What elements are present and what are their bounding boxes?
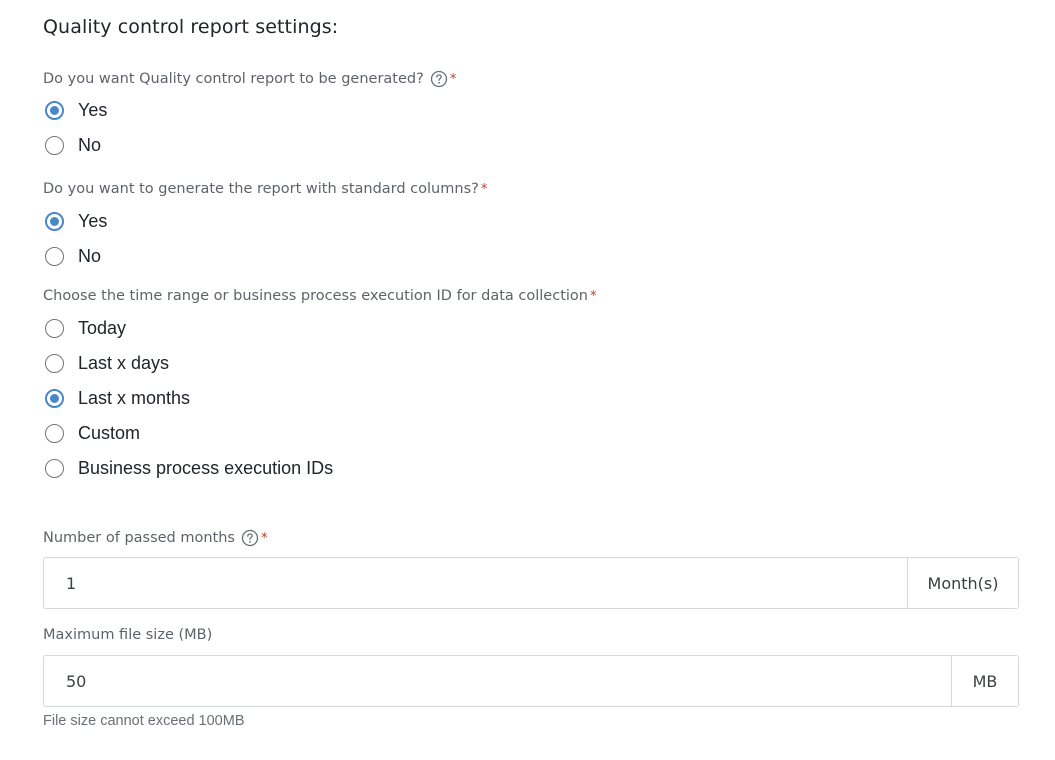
radio-label: Business process execution IDs [78, 457, 334, 478]
months-input-group: Month(s) [43, 557, 1019, 609]
radio-label: No [78, 134, 102, 155]
radio-button-checked[interactable] [45, 100, 64, 120]
months-field-label-row: Number of passed months * [43, 529, 268, 547]
question-standard-columns: Do you want to generate the report with … [43, 181, 487, 197]
question-circle-icon[interactable] [430, 70, 448, 88]
q3-option-custom[interactable]: Custom [45, 421, 140, 445]
file-size-hint: File size cannot exceed 100MB [43, 713, 245, 729]
radio-label: No [78, 245, 102, 266]
file-size-input-group: MB [43, 655, 1019, 707]
question-generate-report-label: Do you want Quality control report to be… [43, 71, 424, 87]
radio-label: Today [78, 317, 127, 338]
question-time-range: Choose the time range or business proces… [43, 288, 596, 304]
qc-report-settings-page: Quality control report settings: Do you … [0, 0, 1055, 760]
radio-button[interactable] [45, 458, 64, 478]
radio-button-checked[interactable] [45, 388, 64, 408]
required-mark: * [480, 181, 488, 197]
q2-option-no[interactable]: No [45, 244, 101, 268]
radio-button-checked[interactable] [45, 211, 64, 231]
file-size-field-label-row: Maximum file size (MB) [43, 627, 212, 643]
radio-label: Last x months [78, 387, 191, 408]
required-mark: * [449, 71, 457, 87]
file-size-field-label: Maximum file size (MB) [43, 627, 213, 643]
radio-label: Yes [78, 210, 108, 231]
q3-option-last-x-months[interactable]: Last x months [45, 386, 190, 410]
question-generate-report: Do you want Quality control report to be… [43, 70, 456, 88]
required-mark: * [589, 288, 597, 304]
radio-label: Yes [78, 99, 108, 120]
q3-option-today[interactable]: Today [45, 316, 126, 340]
q1-option-no[interactable]: No [45, 133, 101, 157]
radio-button[interactable] [45, 353, 64, 373]
file-size-unit-addon: MB [951, 656, 1018, 706]
q1-option-yes[interactable]: Yes [45, 98, 107, 122]
radio-label: Custom [78, 422, 141, 443]
question-standard-columns-label: Do you want to generate the report with … [43, 181, 479, 197]
q3-option-business-process-ids[interactable]: Business process execution IDs [45, 456, 333, 480]
q2-option-yes[interactable]: Yes [45, 209, 107, 233]
radio-button[interactable] [45, 246, 64, 266]
required-mark: * [261, 530, 268, 546]
months-unit-addon: Month(s) [907, 558, 1018, 608]
radio-button[interactable] [45, 135, 64, 155]
radio-button[interactable] [45, 318, 64, 338]
file-size-input[interactable] [44, 656, 951, 706]
months-field-label: Number of passed months [43, 530, 235, 546]
question-circle-icon[interactable] [241, 529, 259, 547]
q3-option-last-x-days[interactable]: Last x days [45, 351, 169, 375]
radio-button[interactable] [45, 423, 64, 443]
months-input[interactable] [44, 558, 907, 608]
radio-label: Last x days [78, 352, 170, 373]
section-title: Quality control report settings: [43, 16, 339, 38]
question-time-range-label: Choose the time range or business proces… [43, 288, 588, 304]
